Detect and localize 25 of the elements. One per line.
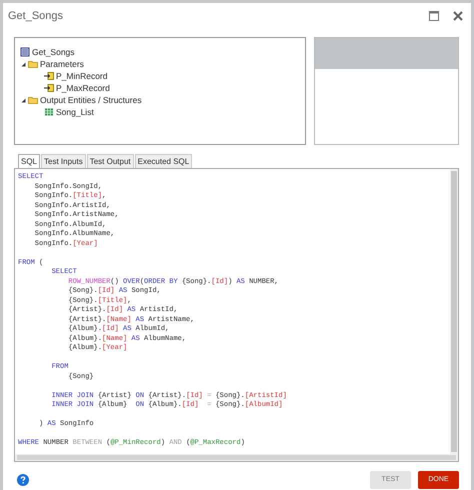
tree-item[interactable]: Output Entities / Structures xyxy=(40,94,142,106)
close-icon[interactable] xyxy=(453,11,463,21)
database-icon xyxy=(20,47,30,57)
tree-item[interactable]: P_MinRecord xyxy=(56,70,108,82)
tab[interactable]: Test Inputs xyxy=(41,154,86,168)
scrollbar[interactable] xyxy=(15,454,458,461)
window-title: Get_Songs xyxy=(8,8,64,24)
scrollbar[interactable] xyxy=(450,169,458,454)
folder-icon xyxy=(28,59,38,69)
tab[interactable]: SQL xyxy=(18,154,40,168)
code-editor[interactable] xyxy=(14,168,459,462)
grid-icon xyxy=(44,107,54,117)
expanded-icon[interactable] xyxy=(20,97,26,103)
expanded-icon[interactable] xyxy=(20,61,26,67)
tree-item[interactable]: Get_Songs xyxy=(32,46,75,58)
tree-item[interactable]: Song_List xyxy=(56,106,94,118)
help-icon[interactable] xyxy=(17,474,29,486)
folder-icon xyxy=(28,95,38,105)
tab[interactable]: Executed SQL xyxy=(134,154,192,168)
maximize-icon[interactable] xyxy=(429,11,439,21)
parameter-icon xyxy=(44,71,54,81)
tab[interactable]: Test Output xyxy=(86,154,134,168)
tree-item[interactable]: Parameters xyxy=(40,58,84,70)
tree-item[interactable]: P_MaxRecord xyxy=(56,82,110,94)
parameter-icon xyxy=(44,83,54,93)
